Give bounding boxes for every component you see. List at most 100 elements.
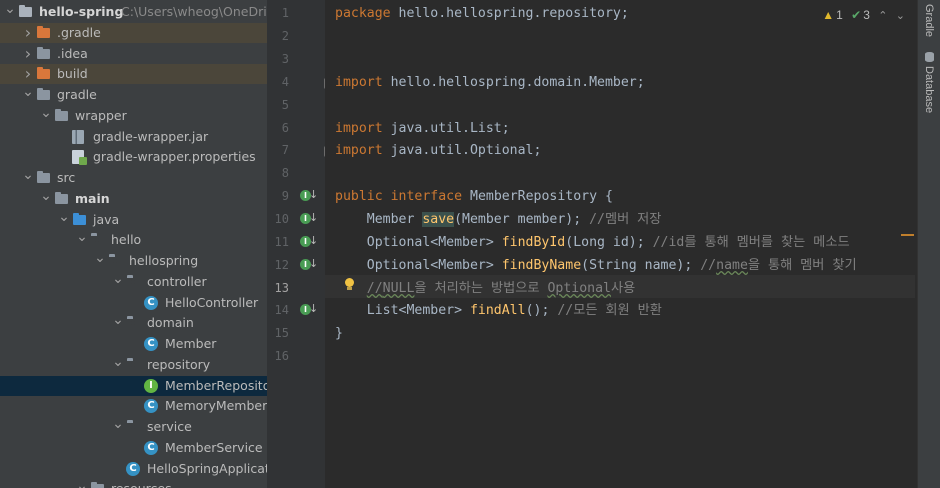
tree-item[interactable]: ⌄ repository <box>0 355 267 375</box>
gradle-tab[interactable]: Gradle <box>918 4 940 37</box>
method-name[interactable]: findById <box>502 235 566 250</box>
class-icon: C <box>144 295 158 310</box>
chevron-down-icon[interactable]: ⌄ <box>22 85 34 105</box>
code-editor[interactable]: package hello.hellospring.repository; im… <box>325 0 917 488</box>
code-line-9[interactable]: public interface MemberRepository { <box>335 185 613 208</box>
line-number: 14 <box>274 303 289 317</box>
warning-icon: ▲ <box>822 8 835 22</box>
implementation-gutter-icon[interactable]: I ↓ <box>300 211 319 228</box>
code-line-14[interactable]: List<Member> findAll(); //모든 회원 반환 <box>335 299 662 322</box>
tree-item[interactable]: ⌄ resources <box>0 479 267 488</box>
code-line-1[interactable]: package hello.hellospring.repository; <box>335 2 629 25</box>
chevron-down-icon[interactable]: ⌄ <box>58 210 70 230</box>
tree-item[interactable]: ⌄ gradle <box>0 85 267 105</box>
code-line-12[interactable]: Optional<Member> findByName(String name)… <box>335 254 857 277</box>
tree-item[interactable]: gradle-wrapper.properties <box>0 147 267 167</box>
chevron-right-icon[interactable]: › <box>22 44 34 64</box>
typo-word: name <box>716 258 748 273</box>
code-line-10[interactable]: Member save(Member member); //멤버 저장 <box>335 208 661 231</box>
return-type: Optional<Member> <box>335 258 502 273</box>
code-line-13[interactable]: //NULL을 처리하는 방법으로 Optional사용 <box>335 277 635 300</box>
tree-item[interactable]: › .idea <box>0 44 267 64</box>
properties-file-icon <box>72 150 87 166</box>
warning-stripe-marker[interactable] <box>901 234 914 236</box>
closing-brace: } <box>335 326 343 341</box>
tree-item-label: hellospring <box>129 253 199 268</box>
method-name[interactable]: findByName <box>502 258 581 273</box>
tree-item[interactable]: C MemberService <box>0 438 267 458</box>
chevron-down-icon[interactable]: ⌄ <box>896 10 905 22</box>
tree-item-label: wrapper <box>75 107 127 123</box>
tree-item[interactable]: › build <box>0 64 267 85</box>
package-icon <box>90 233 106 247</box>
implementation-gutter-icon[interactable]: I ↓ <box>300 234 318 251</box>
tree-item[interactable]: ⌄ hello-spring C:\Users\wheog\OneDrive <box>0 2 267 22</box>
tree-item[interactable]: I MemberRepository <box>0 375 267 396</box>
excluded-folder-icon <box>36 67 52 81</box>
chevron-down-icon[interactable]: ⌄ <box>76 230 88 250</box>
tree-item-label: gradle-wrapper.properties <box>93 149 256 165</box>
warning-count: 1 <box>836 8 843 22</box>
chevron-down-icon[interactable]: ⌄ <box>112 355 124 375</box>
tree-item-label: build <box>57 66 88 82</box>
typo-word: Optional <box>547 281 611 296</box>
chevron-down-icon[interactable]: ⌄ <box>76 479 88 488</box>
tree-item[interactable]: gradle-wrapper.jar <box>0 127 267 147</box>
chevron-down-icon[interactable]: ⌄ <box>40 106 52 126</box>
chevron-down-icon[interactable]: ⌄ <box>112 417 124 437</box>
class-icon: C <box>144 440 158 455</box>
chevron-right-icon[interactable]: › <box>22 23 34 43</box>
tree-item[interactable]: ⌄ domain <box>0 313 267 333</box>
database-tab[interactable]: Database <box>918 52 940 113</box>
tree-item[interactable]: ⌄ controller <box>0 272 267 292</box>
inspection-status[interactable]: ▲ 1 ✔ 3 ⌃ ⌄ <box>817 8 905 22</box>
project-tree[interactable]: ⌄ hello-spring C:\Users\wheog\OneDrive › .gr… <box>0 0 267 488</box>
tree-item[interactable]: ⌄ src <box>0 168 267 188</box>
tree-item[interactable]: C HelloSpringApplication <box>0 459 267 479</box>
tree-item[interactable]: C MemoryMemberRepository <box>0 396 267 416</box>
chevron-down-icon[interactable]: ⌄ <box>22 168 34 188</box>
chevron-down-icon[interactable]: ⌄ <box>112 313 124 333</box>
tree-item[interactable]: ⌄ service <box>0 417 267 437</box>
method-name[interactable]: findAll <box>470 303 526 318</box>
tree-item[interactable]: C Member <box>0 334 267 354</box>
implementation-gutter-icon[interactable]: I ↓ <box>300 188 318 205</box>
tree-item[interactable]: C HelloController <box>0 293 267 313</box>
arrow-down-icon: ↓ <box>309 257 319 270</box>
code-line-15[interactable]: } <box>335 322 343 345</box>
code-line-7[interactable]: import java.util.Optional; <box>335 139 541 162</box>
chevron-down-icon[interactable]: ⌄ <box>94 251 106 271</box>
implementation-gutter-icon[interactable]: I ↓ <box>300 302 318 319</box>
method-args: (); <box>525 303 558 318</box>
chevron-down-icon[interactable]: ⌄ <box>112 272 124 292</box>
line-number: 10 <box>274 212 289 226</box>
tree-item[interactable]: › .gradle <box>0 22 267 43</box>
tree-item-label: src <box>57 170 76 185</box>
implementation-gutter-icon[interactable]: I ↓ <box>300 257 319 274</box>
code-line-6[interactable]: import java.util.List; <box>335 117 510 140</box>
code-line-11[interactable]: Optional<Member> findById(Long id); //id… <box>335 231 850 254</box>
tree-item[interactable]: ⌄ main <box>0 189 267 209</box>
tree-item-label: hello-spring <box>39 4 124 19</box>
tree-item-label: repository <box>147 356 211 372</box>
tree-item-label: HelloController <box>165 294 259 310</box>
tree-item-label: gradle <box>57 87 97 102</box>
chevron-right-icon[interactable]: › <box>22 64 34 84</box>
folder-icon <box>36 88 52 102</box>
tree-item[interactable]: ⌄ hellospring <box>0 251 267 271</box>
tree-item[interactable]: ⌄ java <box>0 210 267 230</box>
comment: //모든 회원 반환 <box>557 303 662 318</box>
tree-item[interactable]: ⌄ wrapper <box>0 106 267 126</box>
chevron-up-icon[interactable]: ⌃ <box>878 10 887 22</box>
arrow-down-icon: ↓ <box>309 211 319 224</box>
tree-item[interactable]: ⌄ hello <box>0 230 267 250</box>
package-icon <box>108 254 124 268</box>
tree-item-label: main <box>75 190 110 206</box>
comment-text: 을 통해 멤버 찾기 <box>747 258 857 273</box>
tree-item-label: HelloSpringApplication <box>147 460 267 476</box>
chevron-down-icon[interactable]: ⌄ <box>40 189 52 209</box>
typo-word: NULL <box>382 281 415 296</box>
method-name[interactable]: save <box>422 212 455 227</box>
code-line-4[interactable]: import hello.hellospring.domain.Member; <box>335 71 645 94</box>
chevron-down-icon[interactable]: ⌄ <box>4 2 16 22</box>
